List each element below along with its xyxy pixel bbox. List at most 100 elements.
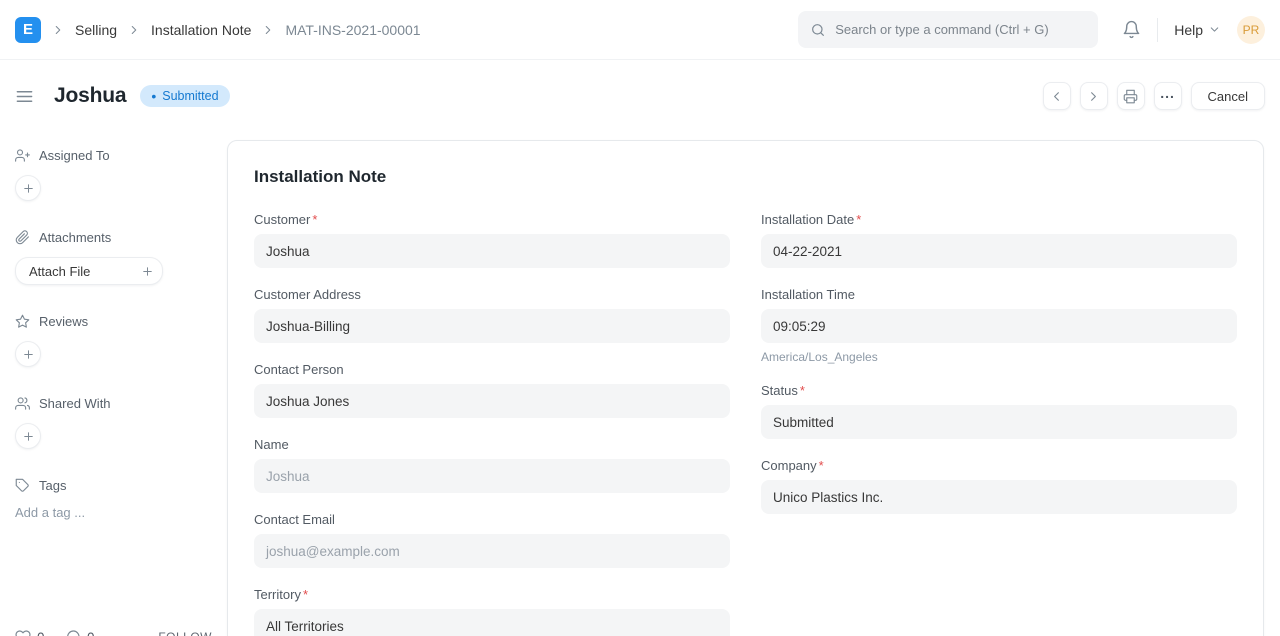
breadcrumb-docname: MAT-INS-2021-00001 xyxy=(285,22,420,38)
field-status: Status* Submitted xyxy=(761,383,1237,439)
breadcrumb-chevron-icon xyxy=(51,23,65,37)
required-asterisk: * xyxy=(312,212,317,227)
attach-file-button[interactable]: Attach File xyxy=(15,257,163,285)
field-installation-time: Installation Time 09:05:29 America/Los_A… xyxy=(761,287,1237,364)
add-tag-input[interactable]: Add a tag ... xyxy=(15,505,212,520)
form-sidebar: Assigned To Attachments Attach File Revi… xyxy=(0,132,227,636)
required-asterisk: * xyxy=(819,458,824,473)
ellipsis-icon: ... xyxy=(1160,85,1175,101)
contact-email-label: Contact Email xyxy=(254,512,335,527)
heart-icon[interactable] xyxy=(15,629,31,636)
breadcrumb-chevron-icon xyxy=(127,23,141,37)
comments-count: 0 xyxy=(87,630,95,636)
plus-icon xyxy=(22,348,35,361)
help-label: Help xyxy=(1174,22,1203,38)
sidebar-section-shared-with: Shared With xyxy=(15,396,212,449)
user-plus-icon xyxy=(15,148,30,163)
status-dot: • xyxy=(151,89,156,103)
name-input[interactable]: Joshua xyxy=(254,459,730,493)
customer-address-label: Customer Address xyxy=(254,287,361,302)
sidebar-bottom: 0 · 0 FOLLOW You edited this xyxy=(15,629,212,636)
follow-button[interactable]: FOLLOW xyxy=(158,630,212,636)
plus-icon xyxy=(22,430,35,443)
attachments-label: Attachments xyxy=(39,230,111,245)
notifications-bell-icon[interactable] xyxy=(1122,20,1141,39)
territory-label: Territory xyxy=(254,587,301,602)
more-options-button[interactable]: ... xyxy=(1154,82,1182,110)
customer-address-input[interactable]: Joshua-Billing xyxy=(254,309,730,343)
required-asterisk: * xyxy=(800,383,805,398)
form-section-title: Installation Note xyxy=(254,167,1237,187)
field-customer: Customer* Joshua xyxy=(254,212,730,268)
required-asterisk: * xyxy=(856,212,861,227)
company-input[interactable]: Unico Plastics Inc. xyxy=(761,480,1237,514)
sidebar-section-reviews: Reviews xyxy=(15,314,212,367)
next-document-button[interactable] xyxy=(1080,82,1108,110)
add-assignment-button[interactable] xyxy=(15,175,41,201)
social-row: 0 · 0 FOLLOW xyxy=(15,629,212,636)
status-select[interactable]: Submitted xyxy=(761,405,1237,439)
contact-person-label: Contact Person xyxy=(254,362,344,377)
field-contact-person: Contact Person Joshua Jones xyxy=(254,362,730,418)
chevron-down-icon xyxy=(1208,23,1221,36)
printer-icon xyxy=(1123,89,1138,104)
contact-person-input[interactable]: Joshua Jones xyxy=(254,384,730,418)
dot-separator: · xyxy=(53,630,58,636)
header-actions: ... Cancel xyxy=(1043,82,1265,110)
installation-date-input[interactable]: 04-22-2021 xyxy=(761,234,1237,268)
star-icon xyxy=(15,314,30,329)
page-header: Joshua • Submitted ... Cancel xyxy=(0,60,1280,132)
sidebar-section-attachments: Attachments Attach File xyxy=(15,230,212,285)
field-contact-email: Contact Email joshua@example.com xyxy=(254,512,730,568)
customer-label: Customer xyxy=(254,212,310,227)
comment-icon[interactable] xyxy=(65,629,81,636)
search-icon xyxy=(810,22,826,38)
customer-input[interactable]: Joshua xyxy=(254,234,730,268)
name-label: Name xyxy=(254,437,289,452)
form-card: Installation Note Customer* Joshua Custo… xyxy=(227,140,1264,636)
search-input[interactable] xyxy=(835,22,1086,37)
prev-document-button[interactable] xyxy=(1043,82,1071,110)
status-field-label: Status xyxy=(761,383,798,398)
reviews-label: Reviews xyxy=(39,314,88,329)
installation-time-input[interactable]: 09:05:29 xyxy=(761,309,1237,343)
sidebar-section-assigned-to: Assigned To xyxy=(15,148,212,201)
global-search[interactable] xyxy=(798,11,1098,48)
add-share-button[interactable] xyxy=(15,423,41,449)
tag-icon xyxy=(15,478,30,493)
app-logo-icon[interactable]: E xyxy=(15,17,41,43)
status-badge: • Submitted xyxy=(140,85,229,107)
add-review-button[interactable] xyxy=(15,341,41,367)
likes-count: 0 xyxy=(37,630,45,636)
avatar[interactable]: PR xyxy=(1237,16,1265,44)
plus-icon xyxy=(22,182,35,195)
field-company: Company* Unico Plastics Inc. xyxy=(761,458,1237,514)
field-customer-address: Customer Address Joshua-Billing xyxy=(254,287,730,343)
territory-input[interactable]: All Territories xyxy=(254,609,730,636)
sidebar-toggle-icon[interactable] xyxy=(15,87,34,106)
print-button[interactable] xyxy=(1117,82,1145,110)
company-label: Company xyxy=(761,458,817,473)
installation-date-label: Installation Date xyxy=(761,212,854,227)
cancel-button[interactable]: Cancel xyxy=(1191,82,1265,110)
required-asterisk: * xyxy=(303,587,308,602)
breadcrumb-doctype[interactable]: Installation Note xyxy=(151,22,251,38)
form-grid: Customer* Joshua Customer Address Joshua… xyxy=(254,212,1237,636)
breadcrumb-chevron-icon xyxy=(261,23,275,37)
field-name: Name Joshua xyxy=(254,437,730,493)
field-installation-date: Installation Date* 04-22-2021 xyxy=(761,212,1237,268)
plus-icon xyxy=(141,265,154,278)
chevron-left-icon xyxy=(1049,89,1064,104)
chevron-right-icon xyxy=(1086,89,1101,104)
breadcrumb-module[interactable]: Selling xyxy=(75,22,117,38)
form-column-left: Customer* Joshua Customer Address Joshua… xyxy=(254,212,730,636)
form-column-right: Installation Date* 04-22-2021 Installati… xyxy=(761,212,1237,636)
sidebar-section-tags: Tags Add a tag ... xyxy=(15,478,212,520)
page-body: Assigned To Attachments Attach File Revi… xyxy=(0,132,1280,636)
contact-email-input[interactable]: joshua@example.com xyxy=(254,534,730,568)
navbar: E Selling Installation Note MAT-INS-2021… xyxy=(0,0,1280,60)
status-label: Submitted xyxy=(162,89,218,103)
breadcrumb: E Selling Installation Note MAT-INS-2021… xyxy=(15,17,421,43)
users-icon xyxy=(15,396,30,411)
help-menu[interactable]: Help xyxy=(1174,22,1221,38)
